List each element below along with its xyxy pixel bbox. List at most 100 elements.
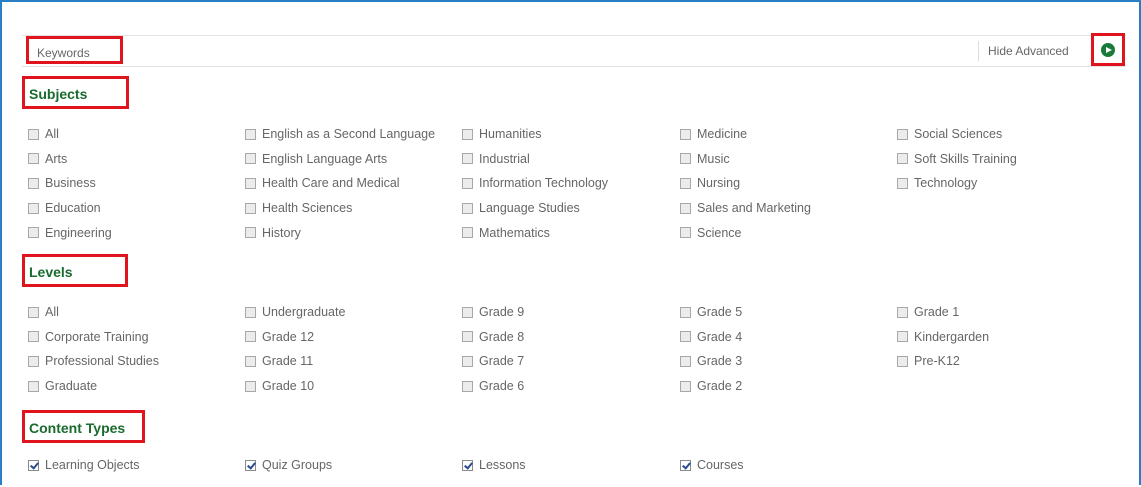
level-option[interactable]: Kindergarden <box>897 329 989 345</box>
checkbox-icon[interactable] <box>245 227 256 239</box>
checkbox-icon[interactable] <box>462 202 473 214</box>
level-option[interactable]: All <box>28 304 59 320</box>
checkbox-icon[interactable] <box>245 128 256 140</box>
checkbox-icon[interactable] <box>462 306 473 318</box>
checkbox-icon[interactable] <box>897 128 908 140</box>
checkbox-icon[interactable] <box>28 227 39 239</box>
level-option[interactable]: Grade 11 <box>245 353 313 369</box>
checkbox-icon[interactable] <box>680 202 691 214</box>
checkbox-icon[interactable] <box>462 380 473 392</box>
checkbox-icon[interactable] <box>680 227 691 239</box>
subject-option[interactable]: Technology <box>897 175 977 191</box>
subject-option[interactable]: Business <box>28 175 96 191</box>
checkbox-icon[interactable] <box>680 177 691 189</box>
checkbox-icon[interactable] <box>680 331 691 343</box>
checkbox-icon[interactable] <box>28 202 39 214</box>
checkbox-icon[interactable] <box>28 380 39 392</box>
checkbox-icon[interactable] <box>897 177 908 189</box>
subject-option[interactable]: Mathematics <box>462 225 550 241</box>
subject-option[interactable]: English as a Second Language <box>245 126 435 142</box>
checkbox-icon[interactable] <box>245 306 256 318</box>
subject-option[interactable]: Soft Skills Training <box>897 151 1017 167</box>
option-label: Corporate Training <box>45 329 149 344</box>
checkbox-icon[interactable] <box>462 177 473 189</box>
checkbox-icon[interactable] <box>245 355 256 367</box>
checkbox-icon[interactable] <box>680 128 691 140</box>
checkbox-icon[interactable] <box>28 153 39 165</box>
subject-option[interactable]: Education <box>28 200 101 216</box>
checkbox-icon[interactable] <box>680 153 691 165</box>
checkbox-icon[interactable] <box>462 153 473 165</box>
option-label: Information Technology <box>479 176 609 191</box>
checkbox-icon[interactable] <box>245 153 256 165</box>
subject-option[interactable]: Arts <box>28 151 67 167</box>
content-type-option[interactable]: Learning Objects <box>28 457 140 473</box>
checkbox-icon[interactable] <box>28 331 39 343</box>
level-option[interactable]: Corporate Training <box>28 329 149 345</box>
level-option[interactable]: Grade 12 <box>245 329 314 345</box>
checkbox-icon[interactable] <box>462 227 473 239</box>
level-option[interactable]: Grade 2 <box>680 378 742 394</box>
checkbox-icon[interactable] <box>245 459 256 471</box>
level-option[interactable]: Grade 5 <box>680 304 742 320</box>
subject-option[interactable]: Medicine <box>680 126 747 142</box>
content-type-option[interactable]: Courses <box>680 457 744 473</box>
subject-option[interactable]: Language Studies <box>462 200 580 216</box>
checkbox-icon[interactable] <box>462 459 473 471</box>
checkbox-icon[interactable] <box>462 331 473 343</box>
level-option[interactable]: Grade 8 <box>462 329 524 345</box>
subject-option[interactable]: History <box>245 225 301 241</box>
checkbox-icon[interactable] <box>28 306 39 318</box>
checkbox-icon[interactable] <box>897 153 908 165</box>
option-label: Grade 11 <box>262 354 314 369</box>
checkbox-icon[interactable] <box>245 177 256 189</box>
checkbox-icon[interactable] <box>245 331 256 343</box>
subject-option[interactable]: Humanities <box>462 126 542 142</box>
checkbox-icon[interactable] <box>680 380 691 392</box>
checkbox-icon[interactable] <box>897 355 908 367</box>
checkbox-icon[interactable] <box>28 459 39 471</box>
checkbox-icon[interactable] <box>28 128 39 140</box>
subject-option[interactable]: Nursing <box>680 175 740 191</box>
subject-option[interactable]: Industrial <box>462 151 530 167</box>
checkbox-icon[interactable] <box>462 128 473 140</box>
subject-option[interactable]: Science <box>680 225 741 241</box>
level-option[interactable]: Undergraduate <box>245 304 345 320</box>
option-label: Grade 12 <box>262 329 315 344</box>
subject-option[interactable]: All <box>28 126 59 142</box>
subject-option[interactable]: Information Technology <box>462 175 608 191</box>
hide-advanced-link[interactable]: Hide Advanced <box>988 44 1069 58</box>
level-option[interactable]: Grade 6 <box>462 378 524 394</box>
checkbox-icon[interactable] <box>680 306 691 318</box>
level-option[interactable]: Graduate <box>28 378 97 394</box>
content-type-option[interactable]: Lessons <box>462 457 526 473</box>
level-option[interactable]: Grade 1 <box>897 304 959 320</box>
checkbox-icon[interactable] <box>28 177 39 189</box>
checkbox-icon[interactable] <box>680 355 691 367</box>
level-option[interactable]: Grade 3 <box>680 353 742 369</box>
subject-option[interactable]: Health Sciences <box>245 200 352 216</box>
keywords-input[interactable]: Keywords <box>26 36 123 64</box>
checkbox-icon[interactable] <box>245 202 256 214</box>
option-label: English as a Second Language <box>262 127 436 141</box>
checkbox-icon[interactable] <box>462 355 473 367</box>
subject-option[interactable]: Social Sciences <box>897 126 1002 142</box>
subject-option[interactable]: Engineering <box>28 225 112 241</box>
checkbox-icon[interactable] <box>897 331 908 343</box>
play-circle-icon[interactable] <box>1101 43 1115 57</box>
checkbox-icon[interactable] <box>28 355 39 367</box>
content-type-option[interactable]: Quiz Groups <box>245 457 332 473</box>
level-option[interactable]: Grade 9 <box>462 304 524 320</box>
checkbox-icon[interactable] <box>897 306 908 318</box>
level-option[interactable]: Professional Studies <box>28 353 159 369</box>
subject-option[interactable]: Music <box>680 151 730 167</box>
checkbox-icon[interactable] <box>680 459 691 471</box>
subject-option[interactable]: Health Care and Medical <box>245 175 400 191</box>
subject-option[interactable]: Sales and Marketing <box>680 200 811 216</box>
checkbox-icon[interactable] <box>245 380 256 392</box>
level-option[interactable]: Grade 7 <box>462 353 524 369</box>
level-option[interactable]: Pre-K12 <box>897 353 960 369</box>
level-option[interactable]: Grade 10 <box>245 378 314 394</box>
level-option[interactable]: Grade 4 <box>680 329 742 345</box>
subject-option[interactable]: English Language Arts <box>245 151 387 167</box>
